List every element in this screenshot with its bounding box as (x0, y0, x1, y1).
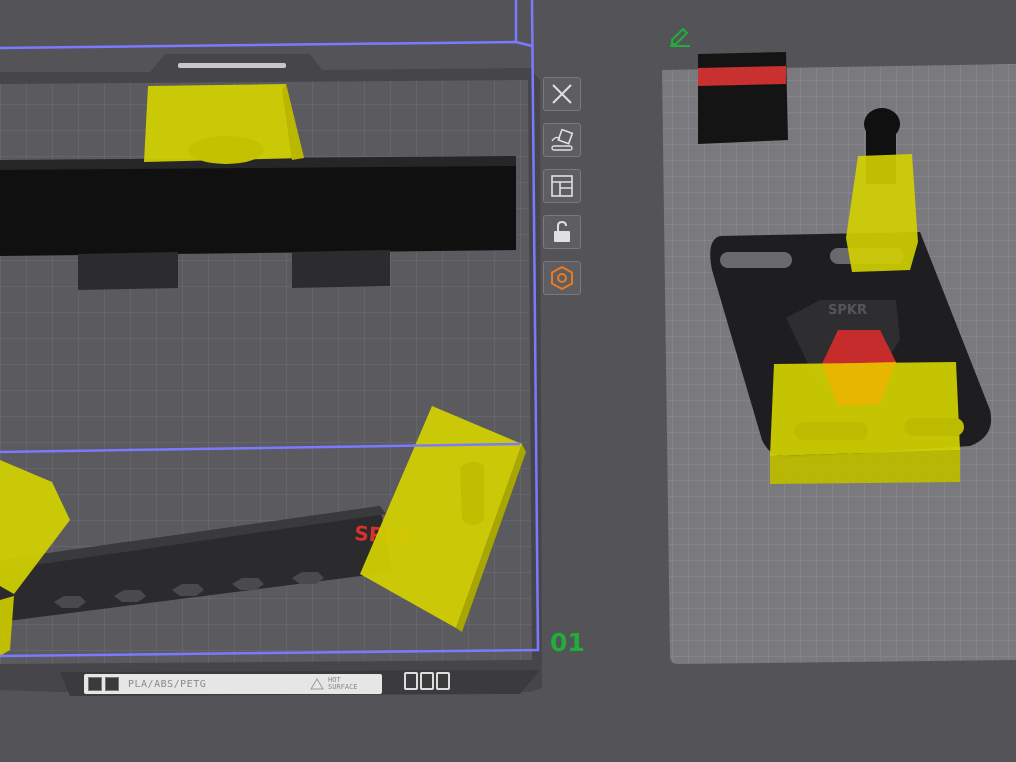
auto-orient-icon (551, 128, 574, 151)
square-icon (420, 672, 434, 690)
plate-orientation-icons (404, 672, 450, 690)
plate-side-icon (105, 677, 119, 691)
arrow-up-icon (404, 672, 418, 690)
warning-icon (310, 678, 324, 690)
hot-surface-warning: HOT SURFACE (310, 677, 372, 691)
auto-orient-button[interactable] (543, 123, 581, 157)
hexagon-settings-icon (551, 265, 573, 291)
selected-part-top[interactable] (144, 84, 304, 164)
close-plate-button[interactable] (543, 77, 581, 111)
3d-viewport[interactable]: SPKR SPKR (0, 0, 1016, 762)
lock-plate-button[interactable] (543, 215, 581, 249)
hot-surface-text: HOT SURFACE (328, 676, 358, 691)
plate-number: 01 (550, 628, 585, 657)
plate-type-icons (88, 677, 119, 691)
close-icon (552, 84, 572, 104)
arrange-icon (551, 175, 573, 197)
selected-part-right[interactable] (770, 362, 964, 484)
unlock-icon (554, 220, 570, 242)
plate-label: PLA/ABS/PETG HOT SURFACE (84, 674, 382, 694)
plate-type-icon (88, 677, 102, 691)
arrow-up-icon-2 (436, 672, 450, 690)
edit-plate-name-icon[interactable] (668, 24, 692, 48)
arrange-button[interactable] (543, 169, 581, 203)
plate-settings-button[interactable] (543, 261, 581, 295)
plate-material-text: PLA/ABS/PETG (128, 678, 207, 690)
cube-model[interactable] (698, 52, 788, 144)
svg-text:SPKR: SPKR (828, 303, 867, 318)
